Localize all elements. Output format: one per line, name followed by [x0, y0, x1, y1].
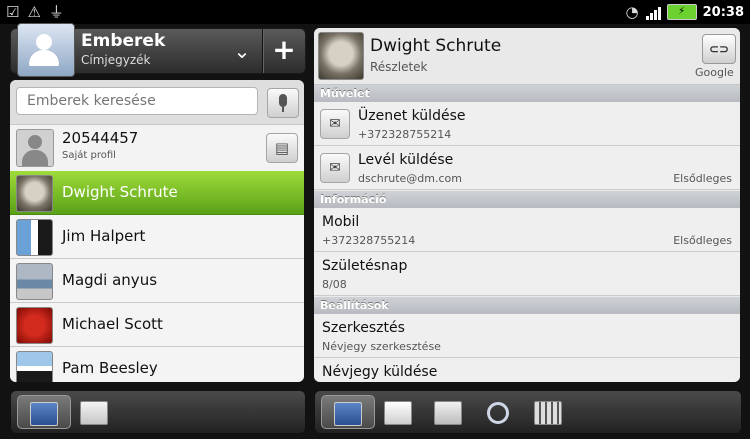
avatar — [16, 219, 53, 256]
mail-icon — [434, 400, 462, 425]
checklist-icon: ☑ — [6, 3, 20, 21]
row-subtitle: 8/08 — [322, 278, 347, 291]
details-tab-bar — [314, 390, 742, 434]
list-item[interactable]: Magdi anyus — [10, 259, 304, 303]
warning-icon: ⚠ — [27, 3, 41, 21]
contact-name: Magdi anyus — [62, 271, 158, 289]
details-subtitle: Részletek — [370, 60, 428, 74]
tab-groups[interactable] — [67, 395, 121, 429]
contact-card-icon — [334, 401, 362, 426]
row-subtitle: +372328755214 — [322, 234, 416, 247]
list-item[interactable]: Dwight Schrute — [10, 171, 304, 215]
row-title: Szerkesztés — [322, 320, 405, 336]
link-icon: ⊂⊃ — [708, 42, 730, 56]
people-header: Emberek Címjegyzék ⌄ + — [10, 23, 306, 77]
battery-icon: ⚡ — [666, 4, 697, 20]
section-header-settings: Beállítások — [314, 297, 740, 314]
primary-label: Elsődleges — [673, 172, 732, 185]
tab-details[interactable] — [321, 395, 375, 429]
people-title: Emberek — [81, 31, 166, 51]
avatar — [16, 263, 53, 300]
contact-details-pane: Dwight Schrute Részletek ⊂⊃ Google Művel… — [314, 28, 740, 382]
row-title: Üzenet küldése — [358, 108, 466, 124]
contact-name: Jim Halpert — [62, 227, 146, 245]
microphone-icon — [279, 94, 287, 112]
edit-contact-row[interactable]: Szerkesztés Névjegy szerkesztése — [314, 314, 740, 358]
header-divider — [262, 29, 264, 73]
send-contact-row[interactable]: Névjegy küldése — [314, 358, 740, 382]
profile-number: 20544457 — [62, 129, 139, 147]
tab-people[interactable] — [17, 395, 71, 429]
birthday-row[interactable]: Születésnap 8/08 — [314, 252, 740, 296]
section-header-info: Információ — [314, 191, 740, 208]
row-title: Levél küldése — [358, 152, 454, 168]
tab-mail[interactable] — [421, 395, 475, 429]
people-icon — [30, 401, 58, 426]
list-item[interactable]: Pam Beesley — [10, 347, 304, 382]
avatar — [16, 129, 54, 167]
contacts-app-icon — [17, 23, 75, 77]
row-subtitle: dschrute@dm.com — [358, 172, 462, 185]
profile-label: Saját profil — [62, 150, 116, 161]
groups-icon — [80, 400, 108, 425]
usb-icon: ⏚ — [48, 3, 64, 21]
sync-icon — [487, 401, 509, 424]
vcard-button[interactable]: ▤ — [266, 133, 298, 163]
row-title: Születésnap — [322, 258, 408, 274]
contact-name: Dwight Schrute — [62, 183, 178, 201]
search-input[interactable] — [16, 87, 258, 115]
contact-list: 20544457 Saját profil ▤ Dwight Schrute J… — [10, 80, 304, 382]
row-title: Mobil — [322, 214, 360, 230]
list-item[interactable]: Jim Halpert — [10, 215, 304, 259]
contact-name-title: Dwight Schrute — [370, 36, 502, 56]
status-bar: ☑ ⚠ ⏚ ◔ ⚡ 20:38 — [0, 0, 750, 24]
mail-icon: ✉ — [320, 153, 350, 183]
row-title: Névjegy küldése — [322, 364, 438, 380]
account-label: Google — [695, 66, 734, 79]
tab-gallery[interactable] — [521, 395, 575, 429]
signal-icon — [645, 5, 661, 20]
avatar[interactable] — [318, 32, 364, 80]
tab-messages[interactable] — [371, 395, 425, 429]
add-contact-button[interactable]: + — [269, 33, 299, 67]
tab-updates[interactable] — [471, 395, 525, 429]
wifi-icon: ◔ — [625, 3, 639, 21]
message-icon — [384, 400, 412, 425]
people-subtitle: Címjegyzék — [81, 53, 151, 67]
row-subtitle: +372328755214 — [358, 128, 452, 141]
avatar — [16, 307, 53, 344]
voice-search-button[interactable] — [267, 88, 299, 118]
mobile-row[interactable]: Mobil +372328755214 Elsődleges — [314, 208, 740, 252]
vcard-icon: ▤ — [274, 139, 290, 157]
section-header-actions: Művelet — [314, 85, 740, 102]
row-subtitle: Névjegy szerkesztése — [322, 340, 441, 353]
message-icon: ✉ — [320, 109, 350, 139]
avatar — [16, 351, 53, 382]
contact-name: Pam Beesley — [62, 359, 158, 377]
list-item[interactable]: Michael Scott — [10, 303, 304, 347]
send-message-row[interactable]: ✉ Üzenet küldése +372328755214 — [314, 102, 740, 146]
people-tab-bar — [10, 390, 306, 434]
primary-label: Elsődleges — [673, 234, 732, 247]
contact-name: Michael Scott — [62, 315, 163, 333]
people-pane: Emberek Címjegyzék ⌄ + 20544457 Saját pr… — [10, 23, 306, 382]
gallery-icon — [534, 400, 562, 425]
avatar — [16, 175, 53, 212]
send-email-row[interactable]: ✉ Levél küldése dschrute@dm.com Elsődleg… — [314, 146, 740, 190]
chevron-down-icon[interactable]: ⌄ — [227, 37, 257, 65]
my-profile-row[interactable]: 20544457 Saját profil ▤ — [10, 124, 304, 172]
details-header: Dwight Schrute Részletek ⊂⊃ Google — [314, 28, 740, 85]
clock: 20:38 — [702, 4, 744, 20]
link-contact-button[interactable]: ⊂⊃ — [702, 34, 736, 64]
search-row — [10, 80, 304, 124]
